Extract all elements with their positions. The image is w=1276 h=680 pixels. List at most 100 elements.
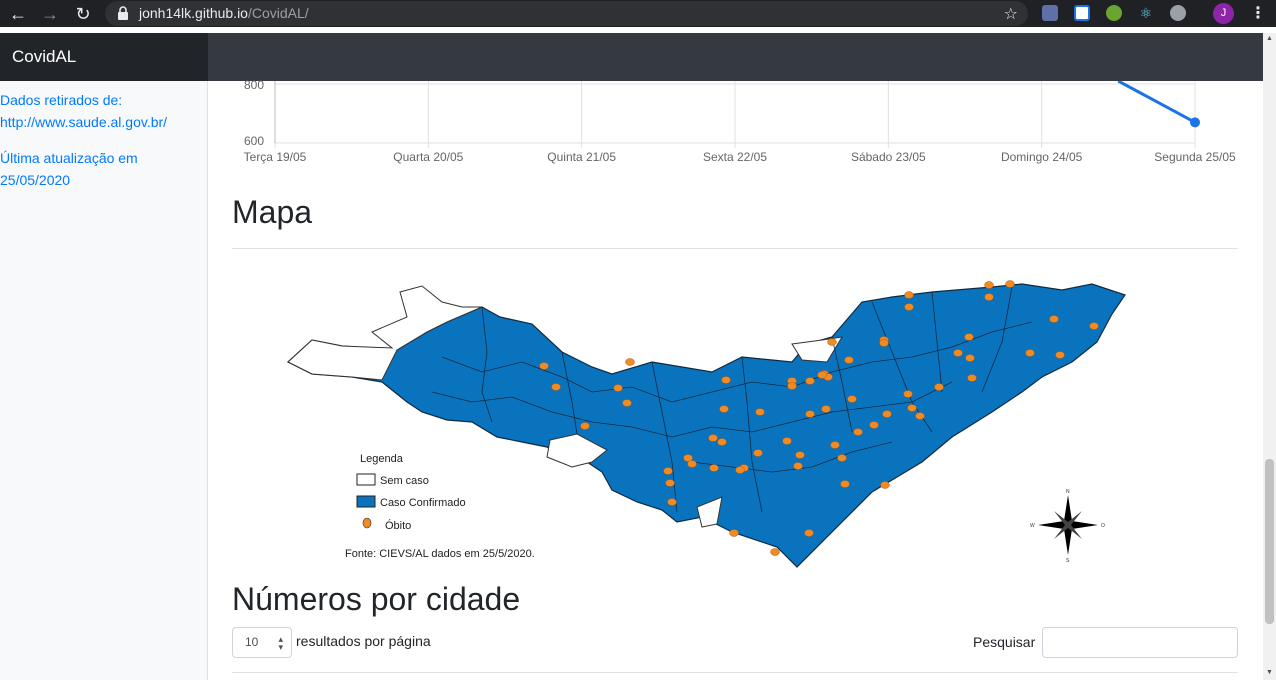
- updated-label[interactable]: Última atualização em: [0, 147, 138, 169]
- page-size-value: 10: [245, 635, 259, 649]
- death-marker: [1055, 351, 1065, 359]
- search-label: Pesquisar: [973, 634, 1036, 650]
- x-tick-label: Sexta 22/05: [702, 150, 768, 164]
- scroll-up-icon[interactable]: ▲: [1266, 35, 1273, 42]
- death-marker: [708, 434, 718, 442]
- brand-container: CovidAL: [0, 33, 208, 81]
- select-arrows-icon: ▴ ▾: [278, 634, 283, 652]
- legend-title: Legenda: [360, 453, 404, 465]
- legend-label-death: Óbito: [385, 519, 411, 532]
- death-marker: [953, 349, 963, 357]
- extension-owl-icon[interactable]: [1042, 5, 1058, 21]
- death-marker: [984, 281, 994, 289]
- death-marker: [964, 333, 974, 341]
- death-marker: [709, 464, 719, 472]
- legend-swatch-death: [362, 517, 372, 529]
- death-marker: [625, 358, 635, 366]
- url-text: jonh14lk.github.io/CovidAL/: [139, 5, 309, 21]
- page-size-select[interactable]: 10 ▴ ▾: [232, 627, 292, 658]
- table-top-divider: [232, 672, 1238, 673]
- lock-icon: [118, 6, 128, 20]
- death-marker: [967, 374, 977, 382]
- address-bar[interactable]: jonh14lk.github.io/CovidAL/ ☆: [105, 1, 1028, 26]
- death-marker: [1049, 315, 1059, 323]
- death-marker: [795, 451, 805, 459]
- divider: [232, 248, 1238, 249]
- death-marker: [804, 529, 814, 537]
- legend-swatch-nocase: [356, 473, 376, 486]
- profile-avatar[interactable]: J: [1213, 3, 1234, 24]
- death-marker: [687, 460, 697, 468]
- death-marker: [721, 376, 731, 384]
- death-marker: [613, 384, 623, 392]
- legend-swatch-confirmed: [356, 495, 376, 508]
- extension-react-icon[interactable]: ⚛: [1138, 5, 1154, 21]
- legend-label-confirmed: Caso Confirmado: [380, 497, 466, 509]
- death-marker: [880, 481, 890, 489]
- per-page-label: resultados por página: [296, 633, 431, 649]
- death-marker: [580, 422, 590, 430]
- death-marker: [793, 462, 803, 470]
- death-marker: [805, 410, 815, 418]
- brand-title[interactable]: CovidAL: [12, 47, 76, 67]
- x-tick-label: Quinta 21/05: [547, 150, 617, 164]
- map-svg: Legenda Sem caso Caso Confirmado Óbito F…: [286, 280, 1126, 568]
- death-marker: [755, 408, 765, 416]
- death-marker: [904, 291, 914, 299]
- back-icon[interactable]: ←: [8, 4, 28, 24]
- url-path: /CovidAL/: [247, 5, 309, 21]
- death-marker: [805, 377, 815, 385]
- svg-text:W: W: [1030, 523, 1035, 529]
- death-marker: [882, 410, 892, 418]
- death-marker: [984, 293, 994, 301]
- death-marker: [915, 412, 925, 420]
- death-marker: [817, 371, 827, 379]
- source-label[interactable]: Dados retirados de:: [0, 89, 122, 111]
- browser-toolbar: ← → ↻ jonh14lk.github.io/CovidAL/ ☆ ⚛ J …: [0, 0, 1276, 27]
- scroll-thumb[interactable]: [1265, 459, 1274, 624]
- death-marker: [539, 362, 549, 370]
- svg-text:N: N: [1066, 489, 1070, 495]
- death-marker: [663, 467, 673, 475]
- data-point: [1190, 117, 1200, 128]
- page-scrollbar[interactable]: ▲ ▼: [1263, 33, 1276, 680]
- top-navbar: CovidAL: [0, 33, 1263, 81]
- sidebar: Dados retirados de: http://www.saude.al.…: [0, 81, 208, 680]
- death-marker: [782, 437, 792, 445]
- cities-heading: Números por cidade: [232, 581, 521, 617]
- extension-plus-icon[interactable]: [1106, 5, 1122, 21]
- death-marker: [827, 338, 837, 346]
- death-marker: [622, 399, 632, 407]
- x-tick-label: Domingo 24/05: [1000, 150, 1083, 164]
- alagoas-map: Legenda Sem caso Caso Confirmado Óbito F…: [232, 262, 1238, 572]
- death-marker: [735, 466, 745, 474]
- updated-date[interactable]: 25/05/2020: [0, 169, 70, 191]
- death-marker: [770, 548, 780, 556]
- y-tick-label: 600: [244, 134, 265, 148]
- death-marker: [551, 383, 561, 391]
- series-line: [1117, 81, 1196, 124]
- deaths-line-chart: 800 600 Terça 19/05 Quarta 20/05 Quinta 21…: [232, 78, 1242, 171]
- map-source: Fonte: CIEVS/AL dados em 25/5/2020.: [345, 548, 535, 560]
- compass-rose-icon: N S W O: [1030, 489, 1105, 564]
- death-marker: [844, 356, 854, 364]
- death-marker: [665, 479, 675, 487]
- death-marker: [717, 438, 727, 446]
- scroll-down-icon[interactable]: ▼: [1266, 669, 1273, 676]
- death-marker: [1089, 322, 1099, 330]
- x-tick-label: Terça 19/05: [243, 150, 307, 164]
- x-tick-label: Sábado 23/05: [850, 150, 926, 164]
- browser-menu-icon[interactable]: ⋮: [1250, 3, 1266, 23]
- svg-text:S: S: [1066, 558, 1070, 564]
- death-marker: [869, 421, 879, 429]
- bookmark-star-icon[interactable]: ☆: [1004, 4, 1018, 24]
- extension-flag-icon[interactable]: [1074, 5, 1090, 21]
- forward-icon[interactable]: →: [40, 4, 60, 24]
- death-marker: [879, 339, 889, 347]
- death-marker: [821, 405, 831, 413]
- extension-globe-icon[interactable]: [1170, 5, 1186, 21]
- death-marker: [847, 395, 857, 403]
- search-input[interactable]: [1042, 627, 1238, 658]
- reload-icon[interactable]: ↻: [73, 4, 93, 24]
- source-link[interactable]: http://www.saude.al.gov.br/: [0, 111, 167, 133]
